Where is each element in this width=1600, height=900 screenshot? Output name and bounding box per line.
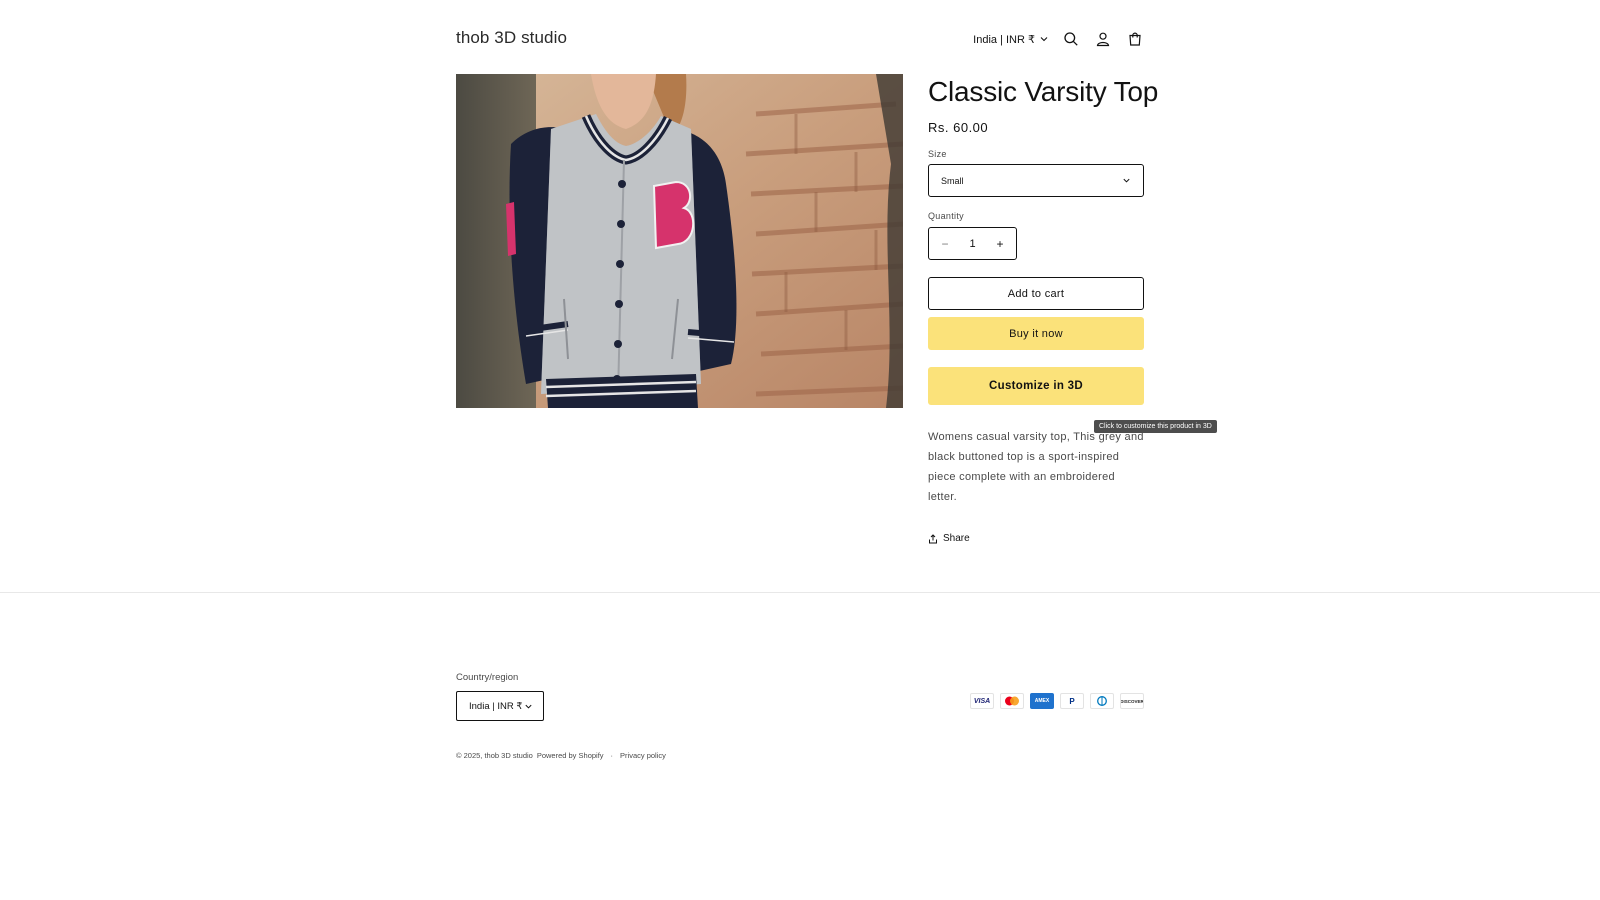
localization-label: India | INR ₹ (973, 33, 1035, 46)
store-logo-link[interactable]: thob 3D studio (456, 28, 567, 48)
powered-by-shopify-link[interactable]: Powered by Shopify (537, 751, 604, 760)
varsity-jacket-photo (456, 74, 903, 408)
account-icon[interactable] (1093, 29, 1113, 49)
size-select[interactable]: Small (928, 164, 1144, 197)
share-label: Share (943, 533, 970, 544)
product-description: Womens casual varsity top, This grey and… (928, 431, 1144, 503)
share-icon (929, 533, 937, 543)
quantity-input[interactable]: 1 (969, 238, 975, 250)
diners-club-icon (1090, 693, 1114, 709)
chevron-down-icon (525, 704, 532, 709)
search-icon[interactable] (1061, 29, 1081, 49)
footer-country-value: India | INR ₹ (469, 700, 523, 712)
footer-copyright: © 2025, thob 3D studio Powered by Shopif… (456, 751, 666, 760)
header-actions: India | INR ₹ (973, 29, 1145, 49)
add-to-cart-button[interactable]: Add to cart (928, 277, 1144, 310)
copyright-link[interactable]: © 2025, thob 3D studio (456, 751, 533, 760)
quantity-increase-button[interactable]: + (994, 237, 1006, 251)
quantity-label: Quantity (928, 211, 964, 221)
visa-icon: VISA (970, 693, 994, 709)
size-select-value: Small (941, 175, 964, 186)
buy-it-now-button[interactable]: Buy it now (928, 317, 1144, 350)
product-price: Rs. 60.00 (928, 120, 989, 135)
customize-3d-button[interactable]: Customize in 3D (928, 367, 1144, 405)
country-region-label: Country/region (456, 672, 519, 683)
footer-divider (0, 592, 1600, 593)
product-image[interactable] (456, 74, 903, 408)
cart-icon[interactable] (1125, 29, 1145, 49)
product-title: Classic Varsity Top (928, 76, 1159, 107)
chevron-down-icon (1123, 178, 1130, 183)
quantity-decrease-button[interactable]: − (939, 237, 951, 251)
footer-country-select[interactable]: India | INR ₹ (456, 691, 544, 721)
customize-tooltip: Click to customize this product in 3D (1094, 420, 1217, 433)
quantity-stepper: − 1 + (928, 227, 1017, 260)
discover-icon: DISCOVER (1120, 693, 1144, 709)
separator-dot: · (610, 751, 614, 760)
share-button[interactable]: Share (928, 533, 1144, 544)
privacy-policy-link[interactable]: Privacy policy (620, 751, 666, 760)
amex-icon: AMEX (1030, 693, 1054, 709)
size-label: Size (928, 149, 947, 159)
header-localization-selector[interactable]: India | INR ₹ (973, 33, 1049, 46)
chevron-down-icon (1040, 37, 1048, 42)
mastercard-icon (1000, 693, 1024, 709)
product-info: Classic Varsity Top Rs. 60.00 Size Small… (928, 74, 1159, 544)
paypal-icon: P (1060, 693, 1084, 709)
payment-icons: VISA AMEX P DISCOVER (970, 693, 1144, 709)
